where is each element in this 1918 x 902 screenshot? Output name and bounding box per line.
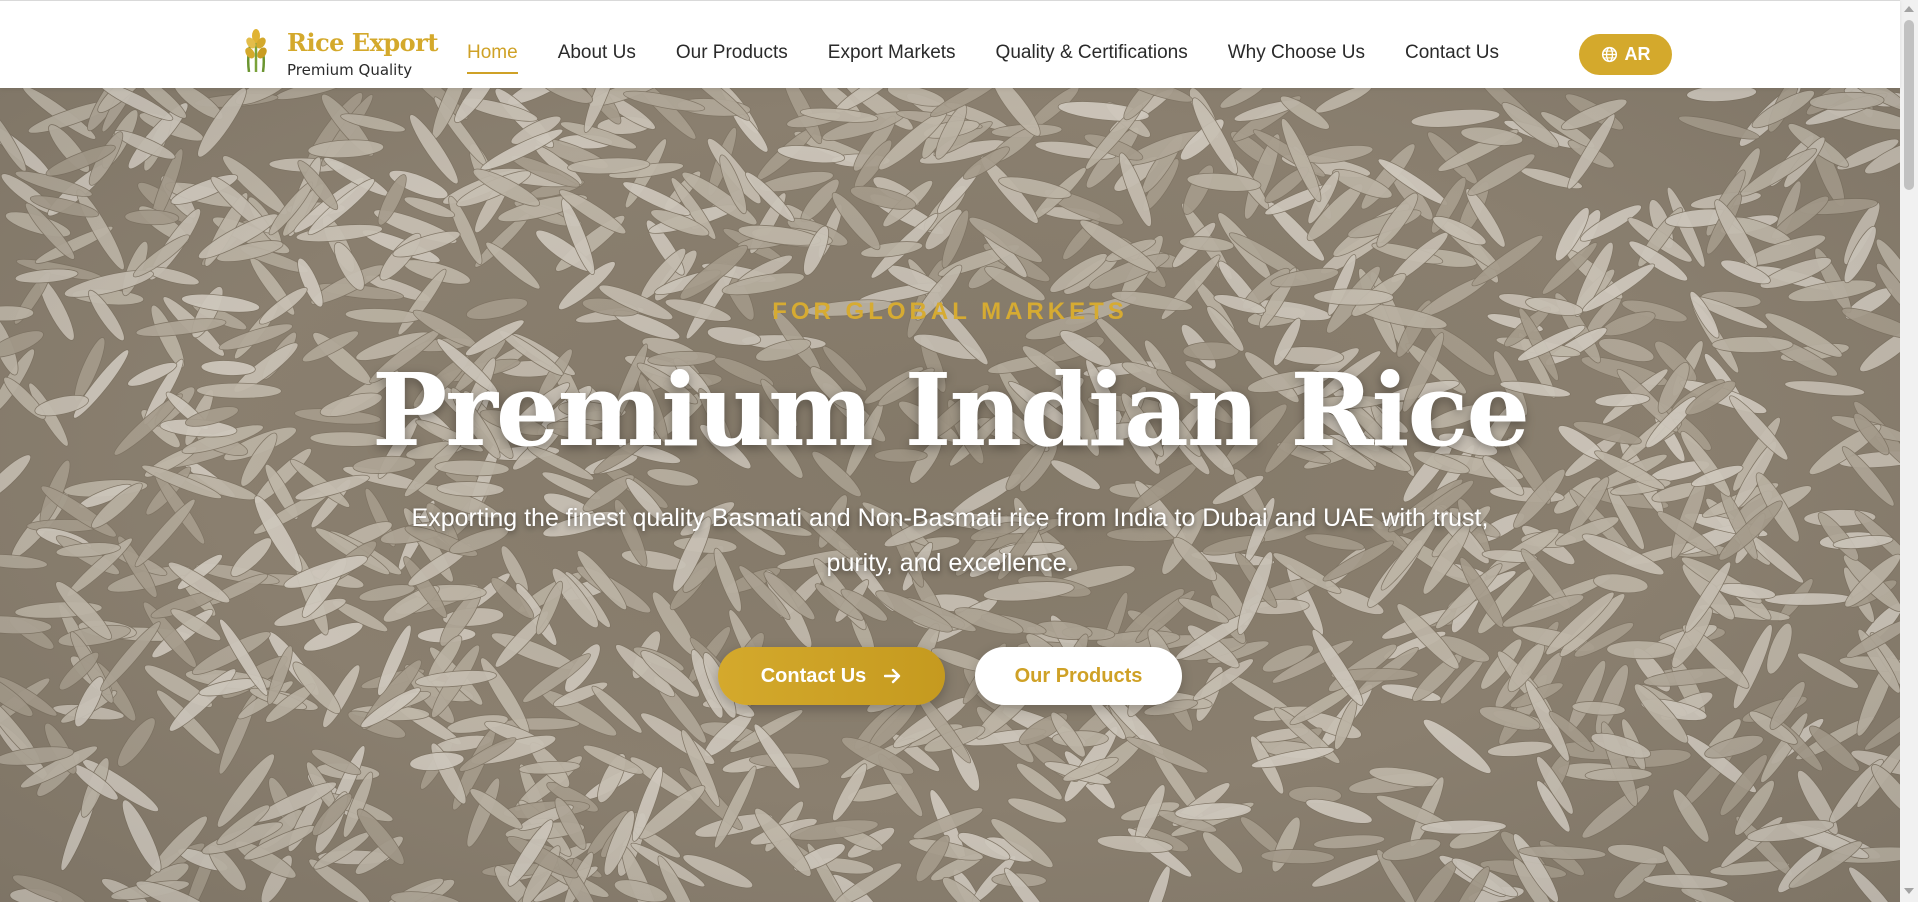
nav-item-export-markets[interactable]: Export Markets	[828, 41, 956, 75]
hero-headline: Premium Indian Rice	[372, 351, 1530, 469]
globe-icon	[1601, 46, 1625, 63]
nav-item-our-products[interactable]: Our Products	[676, 41, 788, 75]
language-toggle-button[interactable]: AR	[1579, 34, 1672, 75]
main-nav: Home About Us Our Products Export Market…	[467, 41, 1539, 75]
scroll-up-arrow-icon[interactable]	[1904, 6, 1914, 12]
nav-item-contact-us[interactable]: Contact Us	[1405, 41, 1499, 75]
wheat-icon	[241, 28, 271, 73]
brand-logo[interactable]: Rice Export Premium Quality	[241, 28, 438, 79]
brand-title: Rice Export	[287, 28, 438, 57]
hero-description: Exporting the finest quality Basmati and…	[411, 504, 1489, 577]
brand-text: Rice Export Premium Quality	[287, 28, 438, 79]
hero-section: FOR GLOBAL MARKETS Premium Indian Rice E…	[0, 88, 1900, 902]
nav-item-home[interactable]: Home	[467, 41, 518, 75]
site-header: Rice Export Premium Quality Home About U…	[0, 0, 1900, 88]
contact-us-button[interactable]: Contact Us	[718, 647, 945, 705]
contact-us-label: Contact Us	[760, 664, 867, 687]
brand-subtitle: Premium Quality	[287, 61, 413, 79]
nav-item-quality-certifications[interactable]: Quality & Certifications	[996, 41, 1188, 75]
scroll-down-arrow-icon[interactable]	[1904, 888, 1914, 894]
nav-item-why-choose-us[interactable]: Why Choose Us	[1228, 41, 1365, 75]
nav-item-about-us[interactable]: About Us	[558, 41, 636, 75]
hero-cta-row: Contact Us Our Products	[0, 647, 1900, 705]
language-label: AR	[1624, 44, 1651, 64]
our-products-button[interactable]: Our Products	[975, 647, 1182, 705]
page-scrollbar[interactable]	[1900, 0, 1918, 902]
hero-content: FOR GLOBAL MARKETS Premium Indian Rice E…	[0, 88, 1900, 902]
arrow-right-icon	[884, 668, 902, 684]
hero-eyebrow: FOR GLOBAL MARKETS	[772, 298, 1128, 325]
scrollbar-thumb[interactable]	[1904, 20, 1914, 190]
